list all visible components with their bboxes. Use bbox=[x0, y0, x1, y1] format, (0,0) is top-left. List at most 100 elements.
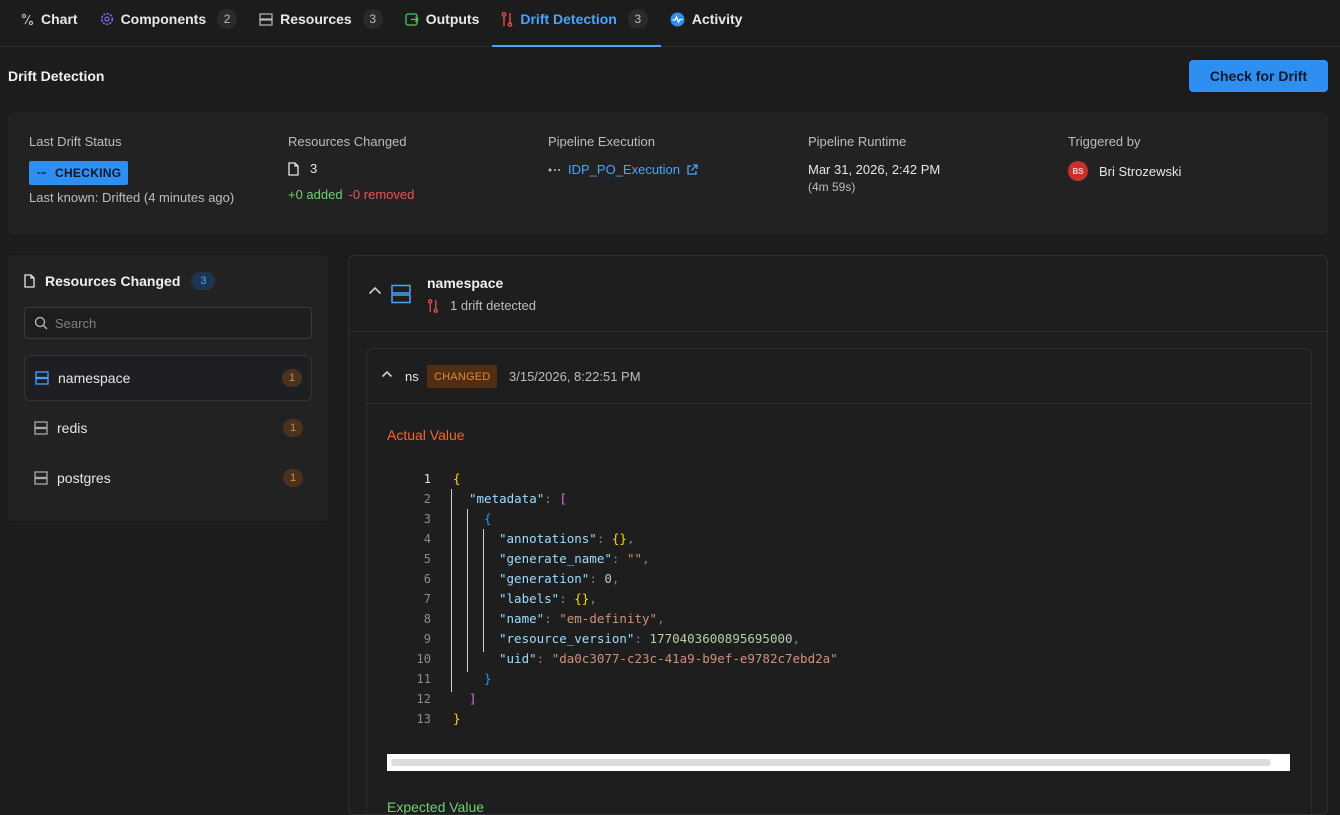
code-line-11: } bbox=[484, 671, 492, 686]
line-number-gutter: 1 2 3 4 5 6 7 8 9 10 11 12 13 bbox=[387, 454, 436, 754]
code-line-7: "labels": {}, bbox=[499, 591, 597, 606]
runtime-label: Pipeline Runtime bbox=[808, 134, 907, 149]
sidebar-item-label: postgres bbox=[57, 470, 111, 486]
tab-resources[interactable]: Resources 3 bbox=[250, 0, 396, 46]
search-box[interactable] bbox=[24, 307, 312, 339]
line-number: 8 bbox=[423, 612, 431, 626]
added-count: +0 added bbox=[288, 187, 343, 202]
pipeline-icon bbox=[548, 168, 560, 171]
tab-chart[interactable]: Chart bbox=[12, 0, 91, 46]
server-icon bbox=[259, 12, 273, 26]
server-icon bbox=[34, 471, 48, 485]
search-icon bbox=[34, 316, 48, 330]
runtime-value: Mar 31, 2026, 2:42 PM bbox=[808, 162, 941, 177]
line-number: 4 bbox=[423, 532, 431, 546]
tab-count: 3 bbox=[627, 9, 648, 29]
resource-name: namespace bbox=[427, 275, 504, 291]
sidebar-item-count: 1 bbox=[283, 419, 303, 437]
code-line-8: "name": "em-definity", bbox=[499, 611, 665, 626]
pipeline-execution: Pipeline Execution IDP_PO_Execution bbox=[548, 134, 698, 177]
file-icon bbox=[24, 274, 35, 288]
change-key: ns bbox=[405, 369, 419, 384]
check-for-drift-button[interactable]: Check for Drift bbox=[1189, 60, 1328, 92]
triggered-label: Triggered by bbox=[1068, 134, 1141, 149]
pipeline-link[interactable]: IDP_PO_Execution bbox=[548, 162, 698, 177]
line-number: 10 bbox=[416, 652, 431, 666]
external-link-icon[interactable] bbox=[686, 163, 698, 176]
activity-icon bbox=[670, 12, 685, 26]
triggered-user: BS Bri Strozewski bbox=[1068, 161, 1181, 181]
tab-drift-detection[interactable]: Drift Detection 3 bbox=[492, 0, 662, 47]
code-line-6: "generation": 0, bbox=[499, 571, 620, 586]
drift-icon bbox=[428, 298, 438, 313]
sidebar-header: Resources Changed 3 bbox=[24, 272, 216, 290]
line-number: 3 bbox=[423, 512, 431, 526]
change-header[interactable]: ns CHANGED 3/15/2026, 8:22:51 PM bbox=[367, 349, 1311, 404]
spinner-icon bbox=[37, 172, 46, 174]
line-number: 9 bbox=[423, 632, 431, 646]
line-number: 11 bbox=[416, 672, 431, 686]
code-line-9: "resource_version": 1770403600895695000, bbox=[499, 631, 801, 646]
tab-count: 3 bbox=[362, 9, 383, 29]
tab-label: Chart bbox=[41, 11, 78, 27]
tab-label: Outputs bbox=[425, 11, 480, 27]
sidebar-item-namespace[interactable]: namespace 1 bbox=[24, 355, 312, 401]
sidebar-title: Resources Changed bbox=[45, 273, 181, 289]
scrollbar-thumb[interactable] bbox=[391, 759, 1271, 766]
indent-guide bbox=[467, 509, 468, 672]
resources-count-row: 3 bbox=[288, 161, 414, 176]
line-number: 7 bbox=[423, 592, 431, 606]
chevron-up-icon[interactable] bbox=[368, 286, 382, 295]
code-line-13: } bbox=[453, 711, 461, 726]
sidebar-item-label: redis bbox=[57, 420, 88, 436]
line-number: 12 bbox=[416, 692, 431, 706]
code-line-5: "generate_name": "", bbox=[499, 551, 650, 566]
sidebar-item-redis[interactable]: redis 1 bbox=[24, 405, 312, 451]
page-title: Drift Detection bbox=[8, 68, 105, 84]
runtime-duration: (4m 59s) bbox=[808, 180, 856, 194]
sidebar-item-label: namespace bbox=[58, 370, 131, 386]
sidebar-item-count: 1 bbox=[283, 469, 303, 487]
tab-label: Resources bbox=[280, 11, 352, 27]
code-editor[interactable]: 1 2 3 4 5 6 7 8 9 10 11 12 13 { "metadat… bbox=[387, 454, 1290, 771]
status-badge: CHECKING bbox=[29, 161, 129, 185]
sidebar-count: 3 bbox=[191, 272, 216, 290]
sidebar-item-postgres[interactable]: postgres 1 bbox=[24, 455, 312, 501]
resources-sidebar: Resources Changed 3 namespace 1 redis 1 … bbox=[8, 255, 328, 521]
tab-label: Drift Detection bbox=[520, 11, 617, 27]
resource-header[interactable]: namespace 1 drift detected bbox=[349, 256, 1327, 332]
horizontal-scrollbar[interactable] bbox=[387, 754, 1290, 771]
line-number: 1 bbox=[423, 472, 431, 486]
server-icon bbox=[34, 421, 48, 435]
resource-detail-panel: namespace 1 drift detected ns CHANGED 3/… bbox=[348, 255, 1328, 815]
status-label: Last Drift Status bbox=[29, 134, 122, 149]
tab-outputs[interactable]: Outputs bbox=[396, 0, 493, 46]
drift-icon bbox=[502, 11, 513, 27]
file-icon bbox=[288, 161, 299, 176]
drift-summary-panel: Last Drift Status CHECKING Last known: D… bbox=[8, 113, 1328, 234]
tab-label: Activity bbox=[691, 11, 743, 27]
avatar: BS bbox=[1068, 161, 1088, 181]
output-icon bbox=[405, 12, 419, 26]
indent-guide bbox=[483, 529, 484, 652]
chart-icon bbox=[21, 13, 34, 25]
actual-value-label: Actual Value bbox=[387, 427, 465, 443]
chevron-up-icon[interactable] bbox=[381, 370, 393, 378]
resources-changed-summary: Resources Changed 3 +0 added -0 removed bbox=[288, 134, 414, 202]
added-removed: +0 added -0 removed bbox=[288, 187, 414, 202]
search-input[interactable] bbox=[55, 315, 295, 331]
line-number: 13 bbox=[416, 712, 431, 726]
triggered-name: Bri Strozewski bbox=[1099, 163, 1182, 179]
pipeline-runtime: Pipeline Runtime Mar 31, 2026, 2:42 PM (… bbox=[808, 134, 940, 194]
code-line-10: "uid": "da0c3077-c23c-41a9-b9ef-e9782c7e… bbox=[499, 651, 838, 666]
tab-components[interactable]: Components 2 bbox=[91, 0, 251, 46]
resources-count: 3 bbox=[310, 161, 318, 176]
gear-icon bbox=[100, 12, 113, 26]
pipeline-link-text[interactable]: IDP_PO_Execution bbox=[568, 162, 680, 177]
code-content[interactable]: { "metadata": [ { "annotations": {}, "ge… bbox=[436, 454, 1290, 754]
tab-activity[interactable]: Activity bbox=[661, 0, 756, 46]
change-card: ns CHANGED 3/15/2026, 8:22:51 PM Actual … bbox=[366, 348, 1312, 814]
server-icon bbox=[391, 284, 411, 304]
status-badge-text: CHECKING bbox=[55, 166, 122, 180]
code-line-4: "annotations": {}, bbox=[499, 531, 635, 546]
